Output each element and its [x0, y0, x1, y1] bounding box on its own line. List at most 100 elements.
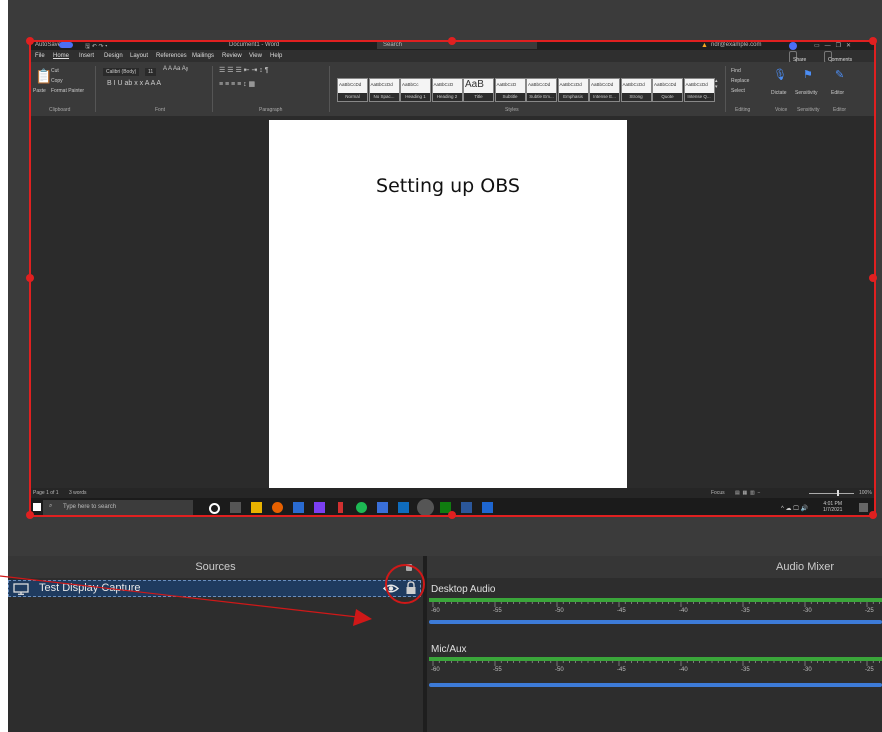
- source-name[interactable]: Test Display Capture: [39, 582, 141, 594]
- view-mode-icons[interactable]: ▤ ▦ ▥ −: [735, 490, 760, 496]
- find-button[interactable]: Find: [731, 68, 741, 74]
- resize-handle-left[interactable]: [26, 274, 34, 282]
- paste-label[interactable]: Paste: [33, 88, 46, 94]
- editor-button[interactable]: Editor: [831, 90, 844, 96]
- zoom-slider[interactable]: [809, 493, 854, 494]
- style-name: Subtle Em...: [527, 93, 556, 101]
- app-icon[interactable]: [482, 502, 493, 513]
- taskbar-search[interactable]: ⌕ Type here to search: [43, 500, 193, 515]
- autosave-toggle[interactable]: [59, 42, 73, 48]
- font-name-select[interactable]: Calibri (Body): [103, 68, 140, 76]
- sensitivity-icon[interactable]: ⚑: [803, 68, 813, 81]
- tray-icons[interactable]: ^ ☁ 🖵 🔊: [781, 505, 808, 513]
- dictate-button[interactable]: Dictate: [771, 90, 787, 96]
- tab-mailings[interactable]: Mailings: [192, 53, 214, 59]
- notifications-icon[interactable]: [859, 503, 868, 512]
- style-tile[interactable]: AaBbCcDd Emphasis: [557, 78, 589, 102]
- style-tile[interactable]: AaBbCcD Heading 2: [431, 78, 463, 102]
- display-capture-source[interactable]: AutoSave 🖫 ↶ ↷ ▾ Document1 - Word Search…: [29, 40, 876, 517]
- sensitivity-button[interactable]: Sensitivity: [795, 90, 818, 96]
- font-size-select[interactable]: 11: [145, 68, 157, 76]
- style-tile[interactable]: AaBbCcDd Strong: [620, 78, 652, 102]
- select-button[interactable]: Select: [731, 88, 745, 94]
- account-name[interactable]: ndr@example.com: [711, 42, 761, 48]
- align-icons[interactable]: ≡ ≡ ≡ ≡ ↕ ▦: [219, 80, 255, 88]
- app-icon[interactable]: [377, 502, 388, 513]
- copy-button[interactable]: Copy: [51, 78, 63, 84]
- volume-fader-mic-aux[interactable]: [429, 683, 882, 687]
- style-tile[interactable]: AaBbCcDd Intense E...: [589, 78, 620, 102]
- style-tile[interactable]: AaBbCcDd No Spac...: [368, 78, 400, 102]
- meter-tick-label: -30: [803, 667, 812, 673]
- tab-view[interactable]: View: [249, 53, 262, 59]
- word-icon[interactable]: [461, 502, 472, 513]
- replace-button[interactable]: Replace: [731, 78, 749, 84]
- visibility-eye-icon[interactable]: [383, 583, 399, 594]
- tab-insert[interactable]: Insert: [79, 53, 94, 59]
- file-explorer-icon[interactable]: [251, 502, 262, 513]
- meter-tick-label: -55: [493, 608, 502, 614]
- paste-icon[interactable]: 📋: [35, 68, 52, 85]
- cortana-icon[interactable]: [209, 503, 220, 514]
- styles-scroll-icon[interactable]: ▴ ▾: [715, 78, 718, 90]
- page-count[interactable]: Page 1 of 1: [33, 490, 59, 496]
- tab-review[interactable]: Review: [222, 53, 242, 59]
- font-format-icons[interactable]: B I U ab x x A A A: [107, 80, 161, 87]
- taskbar-clock[interactable]: 4:01 PM 1/7/2021: [823, 501, 842, 513]
- firefox-icon[interactable]: [272, 502, 283, 513]
- tab-file[interactable]: File: [35, 53, 45, 59]
- resize-handle-top[interactable]: [448, 37, 456, 45]
- spotify-icon[interactable]: [356, 502, 367, 513]
- volume-fader-desktop-audio[interactable]: [429, 620, 882, 624]
- style-sample: AaBbCcDd: [528, 82, 551, 87]
- style-name: Title: [464, 93, 493, 101]
- style-tile[interactable]: AaB Title: [463, 78, 494, 102]
- zoom-level[interactable]: 100%: [859, 490, 872, 496]
- styles-group-label: Styles: [505, 107, 519, 113]
- style-tile[interactable]: AaBbCcDd Normal: [337, 78, 368, 102]
- tab-references[interactable]: References: [156, 53, 187, 59]
- outlook-icon[interactable]: [398, 502, 409, 513]
- resize-handle-bottom[interactable]: [448, 511, 456, 519]
- cut-button[interactable]: Cut: [51, 68, 59, 74]
- format-painter-button[interactable]: Format Painter: [51, 88, 84, 94]
- dock-float-icon[interactable]: [406, 564, 412, 571]
- resize-handle-top-left[interactable]: [26, 37, 34, 45]
- window-controls[interactable]: ▭ — ❐ ✕: [814, 42, 851, 49]
- style-tile[interactable]: AaBbCc Heading 1: [400, 78, 431, 102]
- resize-handle-bottom-right[interactable]: [869, 511, 877, 519]
- style-tile[interactable]: AaBbCcDd Subtle Em...: [526, 78, 557, 102]
- app-icon[interactable]: [293, 502, 304, 513]
- task-view-icon[interactable]: [230, 502, 241, 513]
- style-tile[interactable]: AaBbCcDd Intense Q...: [683, 78, 715, 102]
- tab-layout[interactable]: Layout: [130, 53, 148, 59]
- tab-design[interactable]: Design: [104, 53, 123, 59]
- zoom-slider-thumb[interactable]: [837, 490, 839, 496]
- style-tile[interactable]: AaBbCcD Subtitle: [494, 78, 526, 102]
- windows-start-icon[interactable]: [33, 503, 41, 511]
- lock-icon[interactable]: [405, 581, 417, 595]
- warning-icon[interactable]: ▲: [701, 42, 708, 49]
- search-box[interactable]: Search: [377, 41, 537, 49]
- resize-handle-right[interactable]: [869, 274, 877, 282]
- resize-handle-top-right[interactable]: [869, 37, 877, 45]
- tab-home[interactable]: Home: [53, 53, 69, 59]
- document-heading[interactable]: Setting up OBS: [269, 175, 627, 197]
- obs-icon[interactable]: [417, 499, 434, 516]
- font-grow-icons[interactable]: A A Aa Aᵦ: [163, 66, 188, 72]
- editor-icon[interactable]: ✎: [835, 68, 844, 81]
- style-tile[interactable]: AaBbCcDd Quote: [652, 78, 683, 102]
- document-page[interactable]: Setting up OBS: [269, 120, 627, 488]
- avatar[interactable]: [789, 42, 797, 50]
- meter-tick-label: -35: [741, 608, 750, 614]
- tab-help[interactable]: Help: [270, 53, 282, 59]
- microphone-icon[interactable]: 🎙: [773, 68, 787, 81]
- app-icon[interactable]: [338, 502, 343, 513]
- word-count[interactable]: 3 words: [69, 490, 87, 496]
- resize-handle-bottom-left[interactable]: [26, 511, 34, 519]
- app-icon[interactable]: [314, 502, 325, 513]
- channel-name-mic-aux: Mic/Aux: [431, 644, 467, 655]
- focus-button[interactable]: Focus: [711, 490, 725, 496]
- list-icons[interactable]: ☰ ☰ ☰ ⇤ ⇥ ↕ ¶: [219, 66, 269, 74]
- source-item[interactable]: Test Display Capture: [8, 580, 421, 597]
